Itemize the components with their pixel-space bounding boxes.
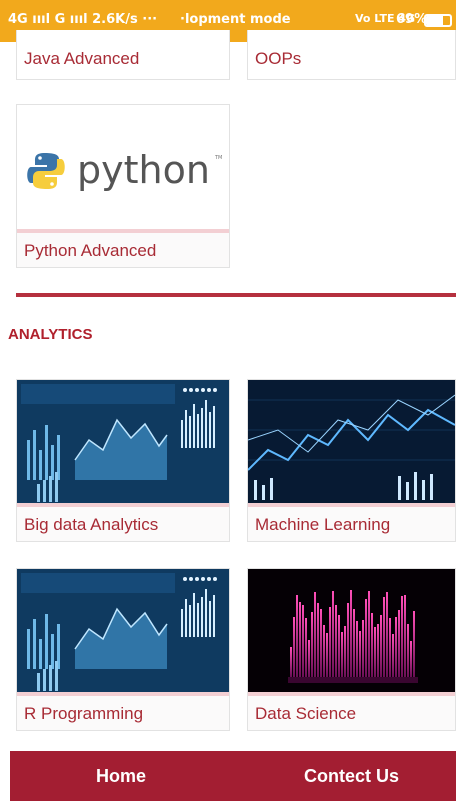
python-logo-icon: python TM — [27, 148, 222, 192]
course-label: Machine Learning — [248, 503, 455, 541]
section-divider — [16, 293, 456, 297]
course-label: R Programming — [17, 692, 229, 730]
battery-icon — [424, 14, 452, 27]
course-card-machine-learning[interactable]: Machine Learning — [247, 379, 456, 542]
course-card-big-data-analytics[interactable]: Big data Analytics — [16, 379, 230, 542]
course-label: OOPs — [248, 39, 455, 79]
battery-level — [426, 16, 443, 25]
section-title: ANALYTICS — [8, 326, 93, 343]
ml-graph-image — [248, 380, 455, 505]
course-card-oops[interactable]: OOPs — [247, 30, 456, 80]
svg-text:TM: TM — [214, 155, 222, 161]
data-waves-image — [248, 569, 455, 694]
dashboard-chart-image — [17, 569, 229, 694]
notification-text: ·lopment mode — [180, 12, 291, 27]
course-label: Big data Analytics — [17, 503, 229, 541]
network-indicator: 4G ıııl G ıııl 2.6K/s ··· — [8, 12, 158, 27]
battery-percent: 69% — [396, 12, 428, 27]
course-card-python-advanced[interactable]: python TM Python Advanced — [16, 104, 230, 268]
bottom-nav: Home Contect Us — [10, 751, 456, 801]
course-label: Python Advanced — [17, 229, 229, 267]
course-card-r-programming[interactable]: R Programming — [16, 568, 230, 731]
python-wordmark: python — [77, 148, 210, 192]
course-label: Data Science — [248, 692, 455, 730]
home-button[interactable]: Home — [96, 751, 146, 801]
contact-us-button[interactable]: Contect Us — [304, 751, 399, 801]
python-logo: python TM — [17, 105, 229, 231]
dashboard-chart-image — [17, 380, 229, 505]
course-card-data-science[interactable]: Data Science — [247, 568, 456, 731]
course-card-java-advanced[interactable]: Java Advanced — [16, 30, 230, 80]
course-label: Java Advanced — [17, 39, 229, 79]
